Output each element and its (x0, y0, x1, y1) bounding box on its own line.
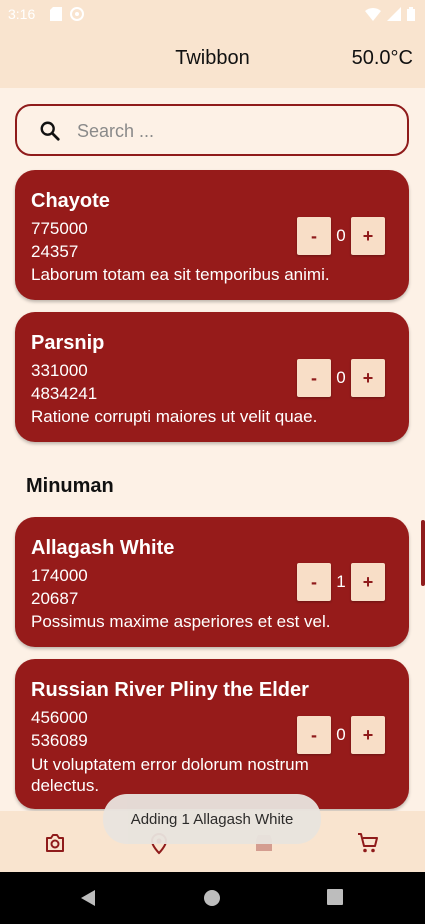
product-description: Laborum totam ea sit temporibus animi. (31, 265, 330, 284)
product-price: 775000 (31, 219, 88, 238)
product-name: Russian River Pliny the Elder (31, 679, 309, 701)
sd-card-icon (50, 7, 62, 21)
quantity-stepper: - 0 + (297, 716, 385, 754)
product-card[interactable]: Russian River Pliny the Elder 456000 536… (15, 659, 409, 809)
search-input[interactable]: Search ... (15, 104, 409, 156)
product-stock: 24357 (31, 242, 79, 261)
app-bar: Twibbon 50.0°C (0, 30, 425, 88)
scrollbar-thumb[interactable] (421, 520, 425, 586)
decrement-button[interactable]: - (297, 716, 331, 754)
product-price: 331000 (31, 361, 88, 380)
sync-icon (70, 7, 84, 21)
quantity-stepper: - 0 + (297, 359, 385, 397)
signal-icon (387, 7, 401, 21)
increment-button[interactable]: + (351, 563, 385, 601)
product-stock: 4834241 (31, 384, 98, 403)
quantity-value: 0 (336, 725, 346, 744)
product-price: 456000 (31, 708, 88, 727)
increment-button[interactable]: + (351, 217, 385, 255)
search-placeholder: Search ... (77, 121, 155, 141)
toast-message: Adding 1 Allagash White (103, 794, 321, 844)
decrement-button[interactable]: - (297, 217, 331, 255)
product-description: Ut voluptatem error dolorum nostrum dele… (31, 755, 309, 795)
status-time: 3:16 (8, 6, 36, 22)
product-name: Chayote (31, 190, 110, 212)
decrement-button[interactable]: - (297, 563, 331, 601)
status-bar: 3:16 (0, 0, 425, 30)
increment-button[interactable]: + (351, 359, 385, 397)
battery-icon (407, 7, 415, 21)
quantity-value: 1 (336, 572, 346, 591)
increment-button[interactable]: + (351, 716, 385, 754)
home-icon[interactable] (203, 889, 221, 907)
quantity-stepper: - 0 + (297, 217, 385, 255)
product-card[interactable]: Parsnip 331000 4834241 Ratione corrupti … (15, 312, 409, 442)
quantity-value: 0 (336, 368, 346, 387)
search-icon (40, 121, 60, 141)
toast-text: Adding 1 Allagash White (130, 810, 294, 828)
decrement-button[interactable]: - (297, 359, 331, 397)
temperature-readout: 50.0°C (351, 47, 413, 69)
quantity-stepper: - 1 + (297, 563, 385, 601)
product-card[interactable]: Chayote 775000 24357 Laborum totam ea si… (15, 170, 409, 300)
product-stock: 20687 (31, 589, 79, 608)
product-price: 174000 (31, 566, 88, 585)
product-description: Ratione corrupti maiores ut velit quae. (31, 407, 318, 426)
product-card[interactable]: Allagash White 174000 20687 Possimus max… (15, 517, 409, 647)
screen: 3:16 Twibbon 50.0°C Search ... Chayote 7… (0, 0, 425, 872)
back-icon[interactable] (79, 889, 97, 907)
product-name: Parsnip (31, 332, 105, 354)
system-navigation-bar (0, 872, 425, 924)
section-header: Minuman (26, 475, 114, 497)
product-description: Possimus maxime asperiores et est vel. (31, 612, 331, 631)
cart-icon[interactable] (356, 831, 380, 855)
quantity-value: 0 (336, 226, 346, 245)
recents-icon[interactable] (327, 889, 343, 905)
wifi-icon (365, 8, 381, 21)
product-stock: 536089 (31, 731, 88, 750)
camera-icon[interactable] (43, 831, 67, 855)
system-icons (365, 7, 415, 21)
notification-icons (50, 7, 84, 21)
product-name: Allagash White (31, 537, 175, 559)
